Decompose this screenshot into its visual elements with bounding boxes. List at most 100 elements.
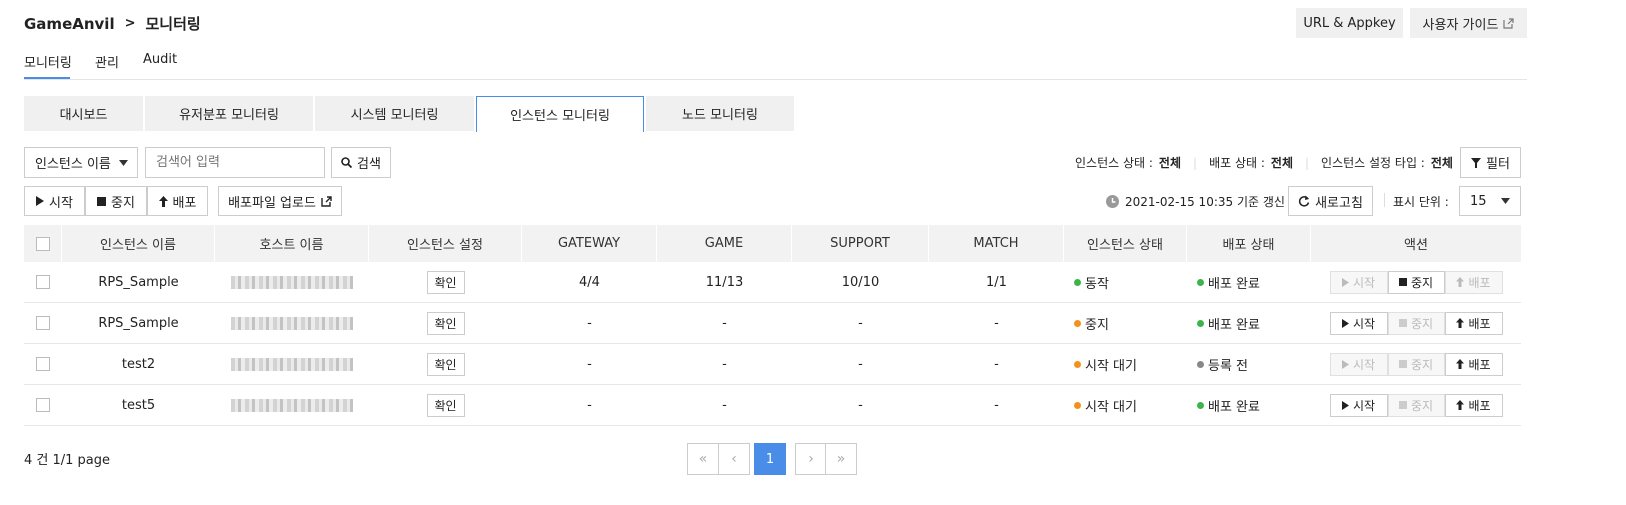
host-name-redacted — [231, 316, 353, 330]
stop-button[interactable]: 중지 — [85, 186, 147, 216]
arrow-up-icon — [1456, 400, 1465, 410]
deploy-state: 배포 완료 — [1187, 385, 1311, 425]
page-button-current[interactable]: 1 — [754, 443, 786, 475]
funnel-icon — [1471, 157, 1482, 168]
setting-confirm-button[interactable]: 확인 — [426, 311, 465, 335]
breadcrumb-separator: > — [124, 16, 136, 31]
col-gateway: GATEWAY — [522, 225, 657, 262]
row-checkbox[interactable] — [36, 357, 50, 371]
col-action: 액션 — [1404, 238, 1428, 253]
row-deploy-button[interactable]: 배포 — [1444, 393, 1503, 417]
host-name-redacted — [231, 398, 353, 412]
row-checkbox[interactable] — [36, 275, 50, 289]
display-unit-select[interactable]: 15 — [1459, 186, 1521, 216]
caret-down-icon — [118, 159, 128, 166]
col-host-name: 호스트 이름 — [215, 225, 369, 262]
breadcrumb-current: 모니터링 — [145, 15, 201, 33]
filter-button[interactable]: 필터 — [1460, 147, 1521, 178]
row-start-button[interactable]: 시작 — [1329, 352, 1388, 376]
status-dot — [1074, 360, 1081, 368]
row-start-button[interactable]: 시작 — [1329, 311, 1388, 335]
row-start-button[interactable]: 시작 — [1329, 393, 1388, 417]
play-icon — [36, 196, 45, 206]
subtab-dashboard[interactable]: 대시보드 — [24, 96, 143, 131]
instance-state: 시작 대기 — [1064, 344, 1187, 384]
unit-separator — [1384, 193, 1385, 207]
breadcrumb-root[interactable]: GameAnvil — [24, 15, 115, 33]
col-instance-state: 인스턴스 상태 — [1064, 225, 1187, 262]
user-guide-button[interactable]: 사용자 가이드 — [1410, 8, 1527, 38]
row-checkbox[interactable] — [36, 316, 50, 330]
subtab-node[interactable]: 노드 모니터링 — [646, 96, 794, 131]
row-stop-button[interactable]: 중지 — [1387, 352, 1445, 376]
prev-page-button[interactable]: ‹ — [718, 443, 750, 475]
row-start-button[interactable]: 시작 — [1329, 270, 1388, 294]
instance-name: test5 — [121, 397, 156, 413]
subtab-instance[interactable]: 인스턴스 모니터링 — [476, 96, 644, 132]
host-name-redacted — [231, 275, 353, 289]
row-deploy-button[interactable]: 배포 — [1444, 311, 1503, 335]
refresh-timestamp: 2021-02-15 10:35 기준 갱신 — [1106, 193, 1285, 210]
url-appkey-button[interactable]: URL & Appkey — [1296, 8, 1403, 38]
col-match: MATCH — [929, 225, 1064, 262]
refresh-icon — [1299, 195, 1310, 207]
caret-down-icon — [1501, 198, 1510, 204]
stop-icon — [1398, 319, 1407, 327]
subtab-user-distribution[interactable]: 유저분포 모니터링 — [145, 96, 313, 131]
refresh-button[interactable]: 새로고침 — [1288, 186, 1373, 216]
first-page-button[interactable]: « — [687, 443, 719, 475]
setting-confirm-button[interactable]: 확인 — [426, 393, 465, 417]
support-value: - — [858, 397, 863, 413]
clock-icon — [1106, 195, 1119, 208]
instance-name: RPS_Sample — [98, 274, 179, 290]
deploy-state: 배포 완료 — [1187, 262, 1311, 302]
status-dot — [1197, 319, 1204, 327]
setting-confirm-button[interactable]: 확인 — [426, 270, 465, 294]
col-instance-name: 인스턴스 이름 — [62, 225, 215, 262]
last-page-button[interactable]: » — [825, 443, 857, 475]
divider — [24, 79, 1527, 80]
instance-name: RPS_Sample — [98, 315, 179, 331]
col-game: GAME — [657, 225, 792, 262]
deploy-state: 등록 전 — [1187, 344, 1311, 384]
row-checkbox[interactable] — [36, 398, 50, 412]
setting-confirm-button[interactable]: 확인 — [426, 352, 465, 376]
search-input[interactable] — [145, 147, 325, 178]
instance-state: 중지 — [1064, 303, 1187, 343]
search-button[interactable]: 검색 — [331, 147, 391, 178]
col-deploy-state: 배포 상태 — [1187, 225, 1311, 262]
stop-icon — [1398, 360, 1407, 368]
tab-monitoring[interactable]: 모니터링 — [24, 52, 72, 71]
arrow-up-icon — [1456, 318, 1465, 328]
select-all-checkbox[interactable] — [35, 236, 50, 251]
deploy-button[interactable]: 배포 — [147, 186, 208, 216]
subtab-system[interactable]: 시스템 모니터링 — [315, 96, 474, 131]
search-type-select[interactable]: 인스턴스 이름 — [24, 147, 138, 178]
game-value: - — [722, 356, 727, 372]
play-icon — [1341, 359, 1349, 369]
sub-tabs: 대시보드 유저분포 모니터링 시스템 모니터링 인스턴스 모니터링 노드 모니터… — [24, 96, 794, 132]
external-link-icon — [321, 195, 332, 207]
row-stop-button[interactable]: 중지 — [1387, 270, 1445, 294]
upload-button[interactable]: 배포파일 업로드 — [218, 186, 342, 216]
play-icon — [1341, 400, 1349, 410]
game-value: - — [722, 397, 727, 413]
gateway-value: - — [587, 397, 592, 413]
row-deploy-button[interactable]: 배포 — [1444, 270, 1503, 294]
row-stop-button[interactable]: 중지 — [1387, 311, 1445, 335]
breadcrumb: GameAnvil > 모니터링 — [24, 13, 201, 34]
tab-management[interactable]: 관리 — [95, 52, 119, 71]
stop-icon — [1398, 278, 1407, 286]
match-value: - — [994, 315, 999, 331]
start-button[interactable]: 시작 — [24, 186, 85, 216]
table-row: test2 확인 - - - - 시작 대기 등록 전 시작 중지 배포 — [24, 344, 1521, 385]
support-value: - — [858, 315, 863, 331]
next-page-button[interactable]: › — [795, 443, 827, 475]
row-stop-button[interactable]: 중지 — [1387, 393, 1445, 417]
filter-summary: 인스턴스 상태 : 전체 | 배포 상태 : 전체 | 인스턴스 설정 타입 :… — [1075, 155, 1453, 171]
arrow-up-icon — [158, 195, 168, 207]
row-deploy-button[interactable]: 배포 — [1444, 352, 1503, 376]
match-value: - — [994, 397, 999, 413]
tab-audit[interactable]: Audit — [143, 52, 177, 67]
instance-name: test2 — [121, 356, 156, 372]
